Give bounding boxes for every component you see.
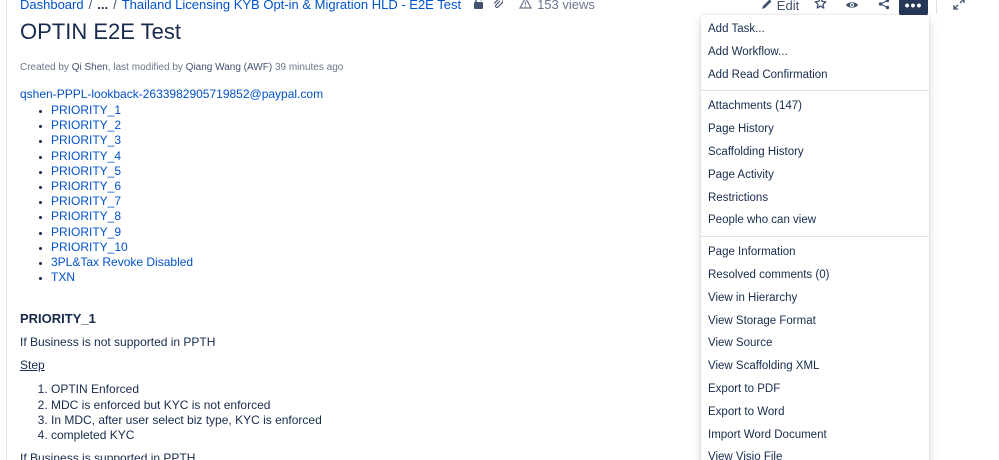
watch-button[interactable] — [836, 0, 868, 16]
list-item: PRIORITY_4 — [51, 149, 680, 164]
pencil-icon — [761, 0, 773, 13]
menu-item-view-visio-file[interactable]: View Visio File — [701, 446, 929, 460]
byline-modified-time: 39 minutes ago — [274, 62, 344, 73]
share-button[interactable] — [868, 0, 900, 16]
step-label: Step — [20, 358, 45, 373]
anchor-link[interactable]: PRIORITY_5 — [51, 164, 121, 178]
page-left-edge — [6, 0, 7, 460]
menu-item-view-storage-format[interactable]: View Storage Format — [701, 310, 929, 333]
eye-icon — [845, 0, 859, 13]
menu-item-view-source[interactable]: View Source — [701, 332, 929, 355]
anchor-link[interactable]: PRIORITY_6 — [51, 179, 121, 193]
menu-group-info: Page Information Resolved comments (0) V… — [701, 239, 929, 460]
edit-label: Edit — [776, 0, 800, 13]
anchor-link[interactable]: PRIORITY_10 — [51, 240, 128, 254]
edit-button[interactable]: Edit — [756, 0, 804, 16]
list-item: PRIORITY_7 — [51, 194, 680, 209]
anchor-link[interactable]: PRIORITY_8 — [51, 209, 121, 223]
page-status-icons: 153 views — [473, 0, 595, 12]
menu-item-import-word-document[interactable]: Import Word Document — [701, 424, 929, 447]
more-actions-button[interactable]: ••• — [899, 0, 928, 16]
anchor-link[interactable]: PRIORITY_4 — [51, 149, 121, 163]
menu-group-add: Add Task... Add Workflow... Add Read Con… — [701, 15, 929, 88]
analytics-icon — [519, 0, 533, 12]
menu-item-add-workflow[interactable]: Add Workflow... — [701, 41, 929, 64]
byline-creator-link[interactable]: Qi Shen — [72, 62, 108, 73]
top-bar: Dashboard / ... / Thailand Licensing KYB… — [0, 0, 999, 16]
menu-item-export-to-pdf[interactable]: Export to PDF — [701, 378, 929, 401]
anchor-link-list: PRIORITY_1 PRIORITY_2 PRIORITY_3 PRIORIT… — [20, 103, 680, 285]
menu-divider — [701, 236, 929, 238]
anchor-link[interactable]: PRIORITY_3 — [51, 133, 121, 147]
breadcrumb: Dashboard / ... / Thailand Licensing KYB… — [20, 0, 595, 12]
email-link-wrap: qshen-PPPL-lookback-2633982905719852@pay… — [20, 86, 680, 102]
list-item: PRIORITY_9 — [51, 225, 680, 240]
menu-divider — [701, 90, 929, 92]
share-icon — [878, 0, 890, 13]
page-title: OPTIN E2E Test — [20, 19, 181, 44]
menu-item-restrictions[interactable]: Restrictions — [701, 187, 929, 210]
page-actions: Edit ••• — [756, 0, 965, 16]
list-item: PRIORITY_5 — [51, 164, 680, 179]
more-actions-menu: Add Task... Add Workflow... Add Read Con… — [701, 15, 929, 460]
byline-modified-mid: , last modified by — [107, 62, 183, 73]
list-item: TXN — [51, 270, 680, 285]
step-item: In MDC, after user select biz type, KYC … — [51, 413, 680, 428]
anchor-link[interactable]: PRIORITY_9 — [51, 225, 121, 239]
menu-item-resolved-comments[interactable]: Resolved comments (0) — [701, 264, 929, 287]
byline-created-prefix: Created by — [20, 62, 69, 73]
steps-list: OPTIN Enforced MDC is enforced but KYC i… — [20, 382, 680, 443]
lock-icon[interactable] — [473, 0, 484, 12]
section-heading: PRIORITY_1 — [20, 311, 96, 327]
expand-icon — [953, 0, 965, 13]
list-item: PRIORITY_8 — [51, 209, 680, 224]
menu-group-page: Attachments (147) Page History Scaffoldi… — [701, 93, 929, 234]
byline-modifier-link[interactable]: Qiang Wang (AWF) — [186, 62, 273, 73]
breadcrumb-separator: / — [113, 0, 117, 12]
breadcrumb-separator: / — [88, 0, 93, 12]
list-item: PRIORITY_10 — [51, 240, 680, 255]
menu-item-add-task[interactable]: Add Task... — [701, 18, 929, 41]
section-outro: If Business is supported in PPTH — [20, 451, 196, 460]
breadcrumb-ellipsis[interactable]: ... — [97, 0, 108, 12]
star-button[interactable] — [804, 0, 836, 16]
list-item: PRIORITY_2 — [51, 118, 680, 133]
anchor-link[interactable]: PRIORITY_2 — [51, 118, 121, 132]
anchor-link[interactable]: TXN — [51, 270, 75, 284]
anchor-link[interactable]: PRIORITY_1 — [51, 103, 121, 117]
page-byline: Created by Qi Shen, last modified by Qia… — [20, 62, 343, 73]
menu-item-attachments[interactable]: Attachments (147) — [701, 95, 929, 118]
menu-item-page-information[interactable]: Page Information — [701, 241, 929, 264]
section-intro: If Business is not supported in PPTH — [20, 335, 216, 350]
email-link[interactable]: qshen-PPPL-lookback-2633982905719852@pay… — [20, 87, 323, 101]
menu-item-view-in-hierarchy[interactable]: View in Hierarchy — [701, 287, 929, 310]
anchor-link[interactable]: 3PL&Tax Revoke Disabled — [51, 255, 193, 269]
list-item: PRIORITY_3 — [51, 133, 680, 148]
expand-button[interactable] — [948, 0, 970, 16]
step-item: completed KYC — [51, 428, 680, 443]
list-item: PRIORITY_1 — [51, 103, 680, 118]
paperclip-icon[interactable] — [492, 0, 504, 12]
menu-item-page-history[interactable]: Page History — [701, 118, 929, 141]
step-item: OPTIN Enforced — [51, 382, 680, 397]
menu-item-page-activity[interactable]: Page Activity — [701, 164, 929, 187]
breadcrumb-parent-page[interactable]: Thailand Licensing KYB Opt-in & Migratio… — [122, 0, 461, 12]
page-content: qshen-PPPL-lookback-2633982905719852@pay… — [20, 86, 680, 460]
views-count: 153 views — [537, 0, 595, 12]
menu-item-people-who-can-view[interactable]: People who can view — [701, 209, 929, 232]
page-views[interactable]: 153 views — [519, 0, 595, 12]
star-icon — [814, 0, 827, 13]
menu-item-scaffolding-history[interactable]: Scaffolding History — [701, 141, 929, 164]
menu-item-add-read-confirmation[interactable]: Add Read Confirmation — [701, 64, 929, 87]
anchor-link[interactable]: PRIORITY_7 — [51, 194, 121, 208]
step-item: MDC is enforced but KYC is not enforced — [51, 398, 680, 413]
toolbar-divider — [936, 0, 937, 14]
menu-item-view-scaffolding-xml[interactable]: View Scaffolding XML — [701, 355, 929, 378]
menu-item-export-to-word[interactable]: Export to Word — [701, 401, 929, 424]
list-item: PRIORITY_6 — [51, 179, 680, 194]
list-item: 3PL&Tax Revoke Disabled — [51, 255, 680, 270]
breadcrumb-dashboard[interactable]: Dashboard — [20, 0, 84, 12]
